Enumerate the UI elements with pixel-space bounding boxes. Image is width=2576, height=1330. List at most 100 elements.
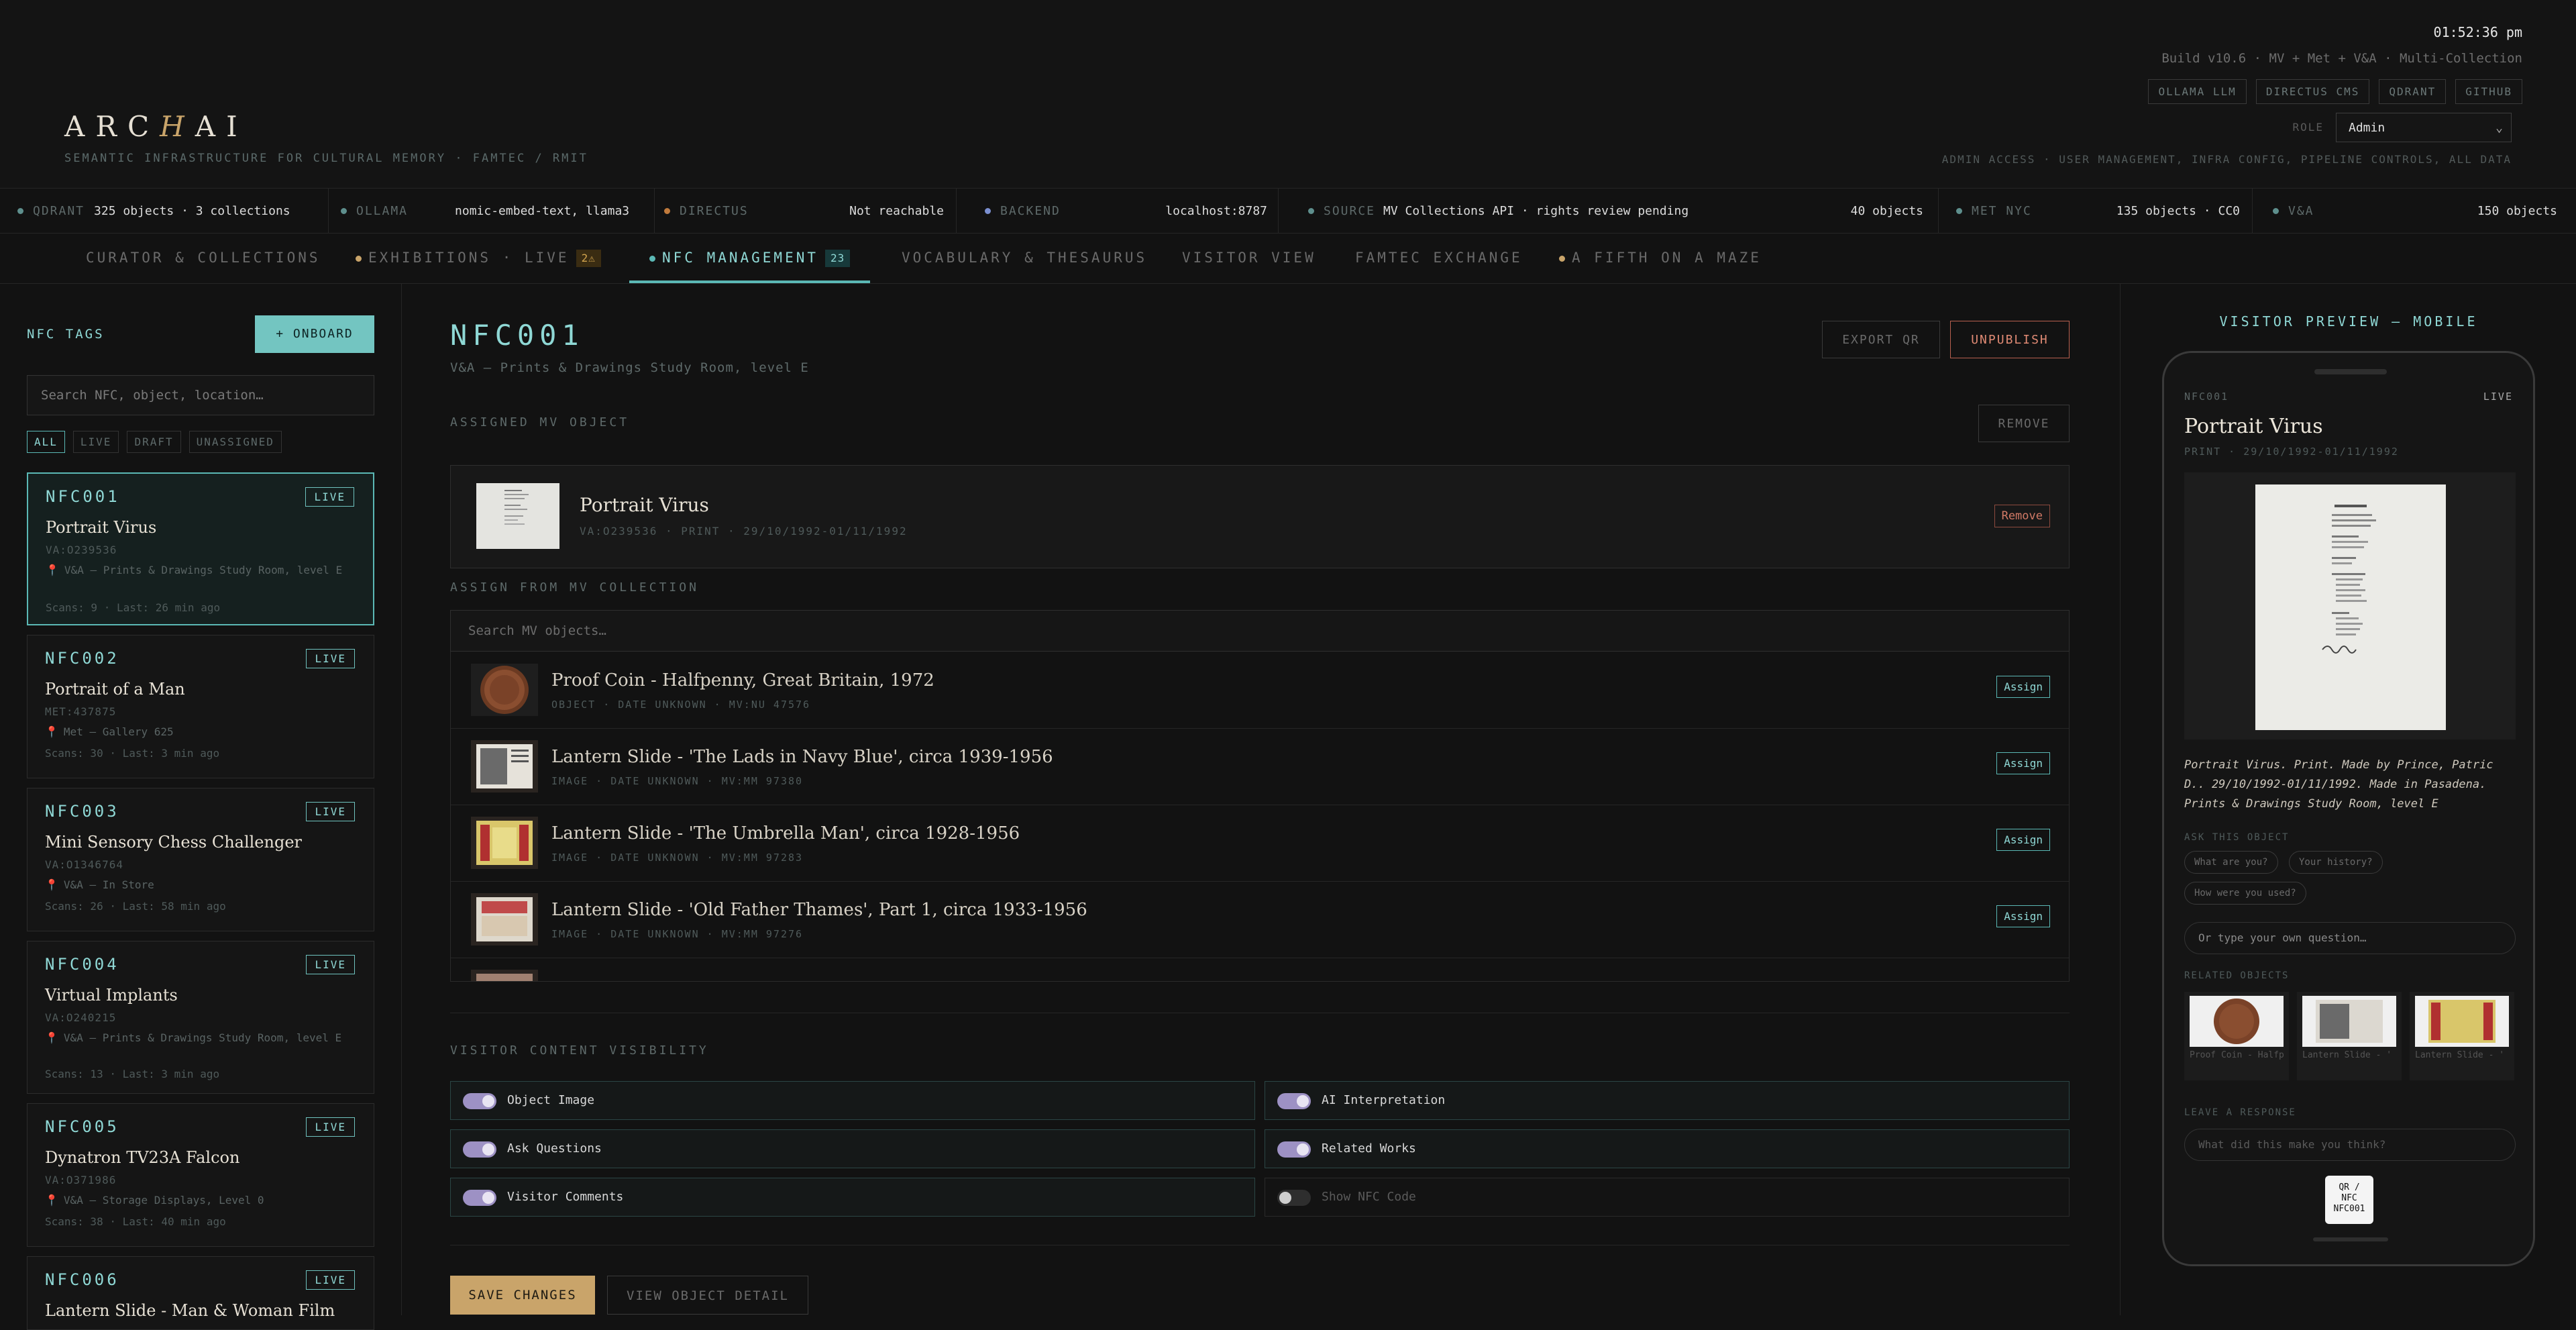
assign-button[interactable]: Assign	[1996, 905, 2050, 927]
related-object-card[interactable]: Proof Coin - Halfp	[2184, 992, 2289, 1080]
app-logo[interactable]: ARCHAI	[64, 110, 248, 143]
tab-exhibitions-live[interactable]: EXHIBITIONS · LIVE 2⚠	[356, 232, 601, 283]
list-item[interactable]	[451, 958, 2069, 981]
visitor-preview-panel: VISITOR PREVIEW — MOBILE NFC001 LIVE Por…	[2120, 284, 2576, 1315]
toggle-object-image[interactable]: Object Image	[450, 1081, 1255, 1120]
nfc-card[interactable]: NFC003 LIVE Mini Sensory Chess Challenge…	[27, 788, 374, 931]
nfc-location: 📍 V&A — Prints & Drawings Study Room, lev…	[46, 564, 343, 576]
assigned-object-meta: VA:O239536 · PRINT · 29/10/1992-01/11/19…	[580, 525, 908, 538]
filter-live[interactable]: LIVE	[72, 431, 119, 453]
mv-search-input[interactable]: Search MV objects…	[450, 610, 2070, 652]
nfc-scans: Scans: 13 · Last: 3 min ago	[45, 1068, 220, 1080]
tab-nfc-management[interactable]: NFC MANAGEMENT 23	[629, 232, 871, 283]
view-object-detail-button[interactable]: VIEW OBJECT DETAIL	[607, 1276, 808, 1315]
sidebar-title: NFC TAGS	[27, 327, 105, 342]
nfc-search-input[interactable]: Search NFC, object, location…	[27, 375, 374, 415]
lantern-slide-icon	[2415, 996, 2509, 1047]
nfc-card[interactable]: NFC004 LIVE Virtual Implants VA:O240215 …	[27, 941, 374, 1094]
nfc-card[interactable]: NFC006 LIVE Lantern Slide - Man & Woman …	[27, 1256, 374, 1330]
mv-object-list[interactable]: Proof Coin - Halfpenny, Great Britain, 1…	[450, 652, 2070, 982]
list-item[interactable]: Lantern Slide - 'Old Father Thames', Par…	[451, 881, 2069, 958]
role-select[interactable]: Admin ⌄	[2336, 113, 2512, 142]
object-thumbnail	[471, 817, 538, 869]
nfc-card[interactable]: NFC002 LIVE Portrait of a Man MET:437875…	[27, 635, 374, 778]
preview-object-title: Portrait Virus	[2184, 415, 2323, 438]
preview-title: VISITOR PREVIEW — MOBILE	[2219, 313, 2478, 329]
status-dot-icon	[1308, 207, 1314, 214]
pin-icon: 📍	[46, 564, 59, 576]
preview-object-image	[2184, 472, 2516, 739]
github-link-button[interactable]: GITHUB	[2455, 79, 2522, 104]
toggle-ai-interpretation[interactable]: AI Interpretation	[1265, 1081, 2070, 1120]
mv-object-meta: IMAGE · DATE UNKNOWN · MV:MM 97283	[551, 852, 804, 864]
unpublish-button[interactable]: UNPUBLISH	[1950, 321, 2070, 358]
toggle-show-nfc-code[interactable]: Show NFC Code	[1265, 1178, 2070, 1217]
save-changes-button[interactable]: SAVE CHANGES	[450, 1276, 595, 1315]
question-chip[interactable]: Your history?	[2289, 851, 2383, 874]
nfc-card[interactable]: NFC005 LIVE Dynatron TV23A Falcon VA:O37…	[27, 1103, 374, 1247]
toggle-switch[interactable]	[1277, 1190, 1311, 1206]
app-header: ARCHAI SEMANTIC INFRASTRUCTURE FOR CULTU…	[0, 0, 2576, 188]
lantern-slide-icon	[471, 740, 538, 792]
qdrant-link-button[interactable]: QDRANT	[2379, 79, 2447, 104]
list-item[interactable]: Lantern Slide - 'The Lads in Navy Blue',…	[451, 728, 2069, 805]
qr-code-icon[interactable]: QR / NFC NFC001	[2325, 1176, 2373, 1224]
tab-badge: 2⚠	[576, 250, 601, 267]
build-info: Build v10.6 · MV + Met + V&A · Multi-Col…	[2161, 51, 2522, 66]
nfc-id: NFC002	[45, 649, 119, 668]
onboard-button[interactable]: + ONBOARD	[255, 315, 374, 353]
toggle-related-works[interactable]: Related Works	[1265, 1129, 2070, 1168]
assign-button[interactable]: Assign	[1996, 752, 2050, 774]
toggle-switch[interactable]	[463, 1093, 496, 1109]
question-chip[interactable]: How were you used?	[2184, 882, 2306, 905]
related-object-card[interactable]: Lantern Slide - '	[2410, 992, 2514, 1080]
question-input[interactable]: Or type your own question…	[2184, 922, 2516, 954]
object-thumbnail	[471, 740, 538, 792]
list-item[interactable]: Lantern Slide - 'The Umbrella Man', circ…	[451, 805, 2069, 882]
tab-visitor-view[interactable]: VISITOR VIEW	[1182, 232, 1316, 283]
filter-chips: ALL LIVE DRAFT UNASSIGNED	[27, 431, 282, 453]
filter-unassigned[interactable]: UNASSIGNED	[189, 431, 282, 453]
toggle-switch[interactable]	[463, 1190, 496, 1206]
export-qr-button[interactable]: EXPORT QR	[1822, 321, 1940, 358]
status-source: SOURCE MV Collections API · rights revie…	[1279, 189, 1939, 233]
tab-curator-collections[interactable]: CURATOR & COLLECTIONS	[86, 232, 321, 283]
filter-draft[interactable]: DRAFT	[127, 431, 181, 453]
nfc-accession: VA:O239536	[46, 544, 117, 556]
related-object-card[interactable]: Lantern Slide - '	[2297, 992, 2402, 1080]
clock: 01:52:36 pm	[2433, 24, 2522, 40]
object-thumbnail	[476, 483, 559, 549]
toggle-visitor-comments[interactable]: Visitor Comments	[450, 1178, 1255, 1217]
list-item[interactable]: Proof Coin - Halfpenny, Great Britain, 1…	[451, 652, 2069, 729]
remove-button[interactable]: REMOVE	[1978, 405, 2070, 442]
response-input[interactable]: What did this make you think?	[2184, 1129, 2516, 1161]
mv-object-title: Proof Coin - Halfpenny, Great Britain, 1…	[551, 670, 934, 690]
filter-all[interactable]: ALL	[27, 431, 65, 453]
assign-button[interactable]: Assign	[1996, 829, 2050, 851]
nfc-location: 📍 V&A — In Store	[45, 878, 154, 891]
status-dot-icon	[341, 207, 347, 214]
role-label: ROLE	[2292, 121, 2324, 134]
remove-assigned-button[interactable]: Remove	[1994, 505, 2050, 527]
ollama-link-button[interactable]: OLLAMA LLM	[2148, 79, 2247, 104]
toggle-switch[interactable]	[1277, 1141, 1311, 1158]
tab-fifth-on-a-maze[interactable]: A FIFTH ON A MAZE	[1559, 232, 1762, 283]
tab-vocabulary-thesaurus[interactable]: VOCABULARY & THESAURUS	[902, 232, 1147, 283]
toggle-ask-questions[interactable]: Ask Questions	[450, 1129, 1255, 1168]
assign-button[interactable]: Assign	[1996, 676, 2050, 698]
pin-icon: 📍	[45, 878, 58, 891]
directus-link-button[interactable]: DIRECTUS CMS	[2255, 79, 2370, 104]
nfc-accession: VA:O240215	[45, 1011, 117, 1024]
nfc-object-title: Mini Sensory Chess Challenger	[45, 833, 303, 852]
nfc-id: NFC006	[45, 1270, 119, 1289]
status-dot-icon	[649, 255, 655, 262]
assigned-object-card: Portrait Virus VA:O239536 · PRINT · 29/1…	[450, 465, 2070, 568]
toggle-switch[interactable]	[1277, 1093, 1311, 1109]
tab-famtec-exchange[interactable]: FAMTEC EXCHANGE	[1355, 232, 1523, 283]
toggle-switch[interactable]	[463, 1141, 496, 1158]
object-thumbnail	[471, 970, 538, 981]
question-chip[interactable]: What are you?	[2184, 851, 2278, 874]
object-thumbnail	[471, 664, 538, 716]
status-ollama: OLLAMA nomic-embed-text, llama3	[329, 189, 655, 233]
nfc-card[interactable]: NFC001 LIVE Portrait Virus VA:O239536 📍 V…	[27, 472, 374, 625]
